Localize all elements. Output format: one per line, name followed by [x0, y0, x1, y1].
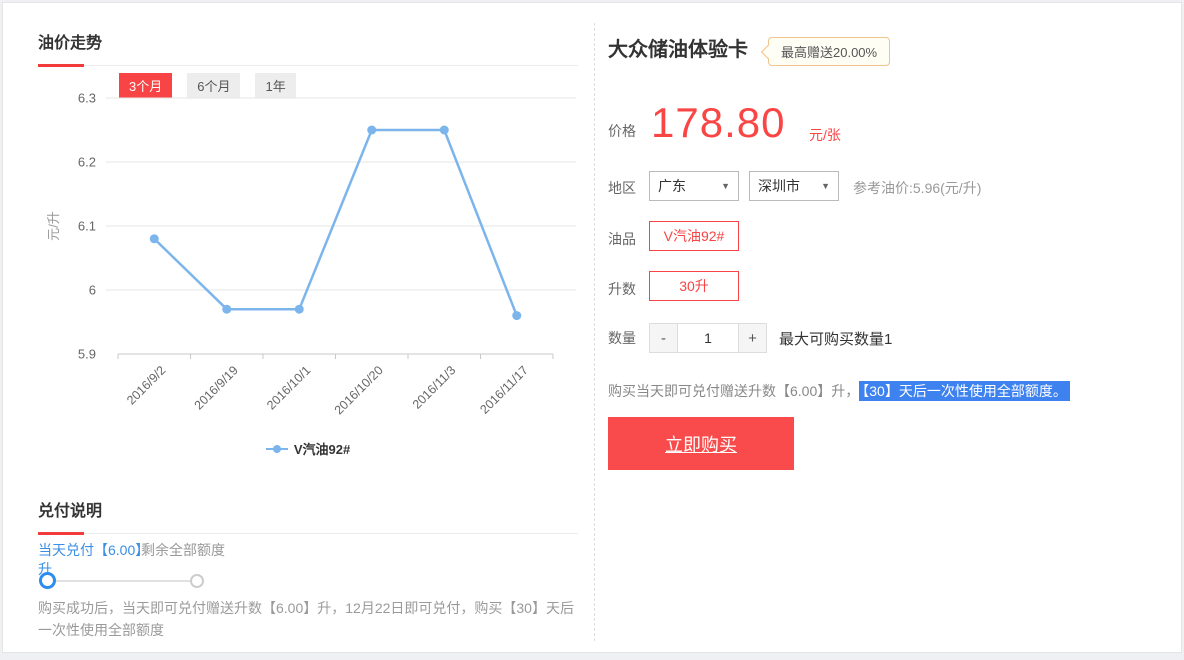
price-value: 178.80: [651, 99, 786, 146]
redeem-slider-handle-start[interactable]: [39, 572, 56, 589]
vertical-divider: [594, 23, 595, 641]
product-panel: 油价走势 3个月 6个月 1年 5.9 6 6.1 6.2 6.3 元/升 2016/9/2…: [2, 2, 1182, 653]
svg-text:5.9: 5.9: [78, 347, 96, 362]
redeem-section-title: 兑付说明: [38, 503, 103, 520]
trend-section-header: 油价走势: [38, 29, 578, 67]
price-trend-chart: 5.9 6 6.1 6.2 6.3 元/升 2016/9/2 2016/9/19 2016/10…: [36, 87, 581, 439]
reference-oil-price: 参考油价:5.96(元/升): [853, 180, 982, 196]
legend-label: V汽油92#: [293, 442, 351, 457]
redeem-slider-track: [46, 580, 198, 582]
oil-type-option[interactable]: V汽油92#: [649, 221, 739, 251]
legend-line-marker-icon: [265, 444, 288, 453]
legend-item-gasoline92[interactable]: V汽油92#: [265, 439, 351, 458]
promo-plain-text: 购买当天即可兑付赠送升数【6.00】升，: [608, 383, 860, 399]
bonus-badge: 最高赠送20.00%: [768, 37, 891, 66]
red-underline: [38, 532, 84, 535]
province-select[interactable]: 广东 ▼: [649, 171, 739, 201]
trend-section-title: 油价走势: [38, 35, 103, 52]
red-underline: [38, 64, 84, 67]
liters-option[interactable]: 30升: [649, 271, 739, 301]
svg-text:2016/10/20: 2016/10/20: [332, 363, 386, 417]
quantity-increase-button[interactable]: +: [738, 324, 766, 352]
city-select[interactable]: 深圳市 ▼: [749, 171, 839, 201]
region-label: 地区: [608, 180, 636, 196]
svg-text:元/升: 元/升: [46, 211, 61, 241]
price-unit: 元/张: [809, 127, 841, 143]
svg-text:2016/10/1: 2016/10/1: [264, 363, 313, 412]
redeem-slider-handle-end[interactable]: [190, 574, 204, 588]
quantity-decrease-button[interactable]: -: [650, 324, 678, 352]
city-selected-value: 深圳市: [758, 178, 800, 194]
redeem-description: 购买成功后，当天即可兑付赠送升数【6.00】升，12月22日即可兑付，购买【30…: [38, 600, 574, 638]
svg-text:6.3: 6.3: [78, 91, 96, 106]
promo-line: 购买当天即可兑付赠送升数【6.00】升， 【30】天后一次性使用全部额度。: [608, 381, 1070, 401]
remaining-quota-label: 剩余全部额度: [141, 542, 225, 558]
promo-highlight-text: 【30】天后一次性使用全部额度。: [859, 381, 1070, 401]
buy-now-button[interactable]: 立即购买: [608, 417, 794, 470]
svg-text:2016/9/19: 2016/9/19: [192, 363, 241, 412]
svg-text:2016/11/3: 2016/11/3: [410, 363, 459, 412]
price-label: 价格: [608, 123, 636, 139]
product-title: 大众储油体验卡: [608, 39, 748, 61]
chevron-down-icon: ▼: [721, 181, 730, 191]
oil-type-label: 油品: [608, 231, 636, 247]
svg-text:6.1: 6.1: [78, 219, 96, 234]
chevron-down-icon: ▼: [821, 181, 830, 191]
svg-text:2016/11/17: 2016/11/17: [477, 363, 531, 417]
chart-legend: V汽油92#: [38, 439, 578, 458]
quantity-label: 数量: [608, 330, 636, 346]
svg-text:2016/9/2: 2016/9/2: [124, 363, 168, 407]
svg-text:6.2: 6.2: [78, 155, 96, 170]
same-day-redeem-label: 当天兑付【6.00】: [38, 542, 150, 558]
max-quantity-note: 最大可购买数量1: [779, 331, 893, 348]
liters-label: 升数: [608, 281, 636, 297]
quantity-input[interactable]: [678, 324, 738, 352]
redeem-section-header: 兑付说明: [38, 497, 578, 535]
quantity-stepper: - +: [649, 323, 767, 353]
svg-text:6: 6: [89, 283, 96, 298]
province-selected-value: 广东: [658, 178, 686, 194]
